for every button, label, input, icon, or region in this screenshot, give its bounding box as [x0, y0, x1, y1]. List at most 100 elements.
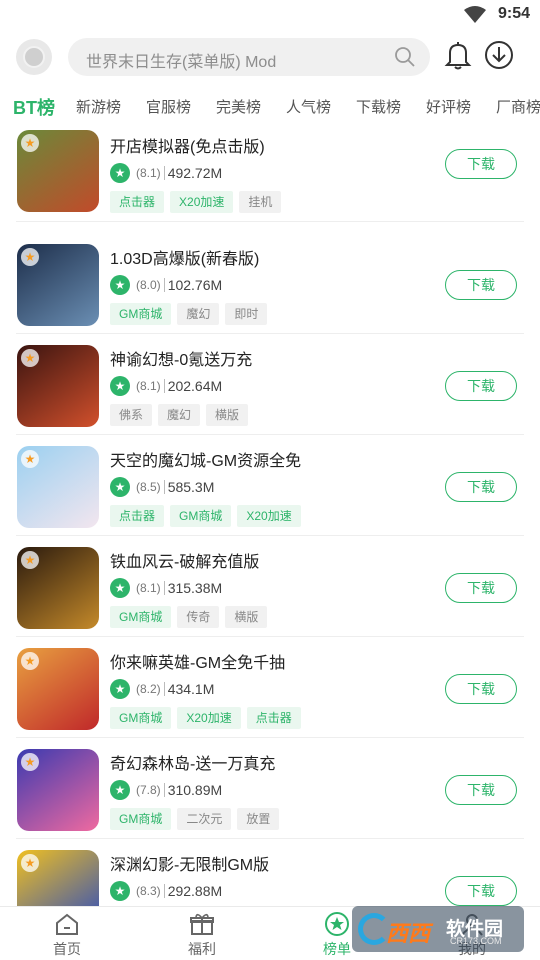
game-title[interactable]: 天空的魔幻城-GM资源全免 — [110, 447, 301, 471]
game-size: 102.76M — [167, 277, 223, 293]
game-meta: ★ (8.1) 492.72M — [110, 162, 222, 184]
game-thumbnail[interactable]: ★ — [17, 244, 99, 326]
game-tag[interactable]: X20加速 — [237, 505, 301, 527]
rating-star-icon: ★ — [110, 578, 130, 598]
game-tag[interactable]: 佛系 — [110, 404, 153, 426]
download-button[interactable]: 下载 — [445, 270, 517, 300]
nav-welfare[interactable]: 福利 — [167, 911, 237, 959]
game-thumbnail[interactable]: ★ — [17, 648, 99, 730]
game-tag[interactable]: 点击器 — [110, 191, 165, 213]
game-list-item[interactable]: ★ 1.03D高爆版(新春版) ★ (8.0) 102.76M GM商城 魔幻 即时 下载 — [0, 233, 540, 334]
app-logo-icon — [23, 46, 45, 68]
watermark-logo: 西西 软件园 CR173.COM — [352, 906, 524, 952]
game-tag[interactable]: X20加速 — [177, 707, 241, 729]
game-title[interactable]: 神谕幻想-0氪送万充 — [110, 346, 252, 370]
tab-official[interactable]: 官服榜 — [146, 96, 191, 117]
game-tag[interactable]: GM商城 — [110, 303, 172, 325]
game-meta: ★ (7.8) 310.89M — [110, 779, 222, 801]
game-tag[interactable]: X20加速 — [170, 191, 234, 213]
game-score: (8.1) — [136, 166, 161, 180]
game-list-item[interactable]: ★ 你来嘛英雄-GM全免千抽 ★ (8.2) 434.1M GM商城 X20加速 点击器 下载 — [0, 637, 540, 738]
game-tag[interactable]: 魔幻 — [158, 404, 201, 426]
rating-star-icon: ★ — [110, 275, 130, 295]
game-tag[interactable]: 挂机 — [239, 191, 282, 213]
game-tag[interactable]: GM商城 — [110, 606, 172, 628]
bell-icon[interactable] — [444, 40, 472, 75]
gift-icon — [167, 911, 237, 937]
game-thumbnail[interactable]: ★ — [17, 130, 99, 212]
game-thumbnail[interactable]: ★ — [17, 850, 99, 906]
nav-welfare-label: 福利 — [188, 941, 216, 957]
download-manager-icon[interactable] — [484, 40, 514, 75]
search-bar[interactable]: 世界末日生存(菜单版) Mod — [68, 38, 430, 76]
game-tag[interactable]: GM商城 — [110, 707, 172, 729]
rating-star-icon: ★ — [110, 477, 130, 497]
game-list-item[interactable]: ★ 神谕幻想-0氪送万充 ★ (8.1) 202.64M 佛系 魔幻 横版 下载 — [0, 334, 540, 435]
game-score: (8.1) — [136, 379, 161, 393]
tab-bt[interactable]: BT榜 — [13, 94, 55, 120]
game-size: 492.72M — [167, 165, 223, 181]
game-tag[interactable]: 魔幻 — [177, 303, 220, 325]
tab-popular[interactable]: 人气榜 — [286, 96, 331, 117]
game-title[interactable]: 开店模拟器(免点击版) — [110, 133, 265, 157]
game-score: (8.3) — [136, 884, 161, 898]
game-score: (8.0) — [136, 278, 161, 292]
meta-divider — [163, 379, 165, 393]
game-tag[interactable]: 传奇 — [177, 606, 220, 628]
game-meta: ★ (8.0) 102.76M — [110, 274, 222, 296]
watermark-brand: 西西 — [386, 921, 431, 946]
download-button[interactable]: 下载 — [445, 876, 517, 906]
app-logo-button[interactable] — [16, 39, 52, 75]
game-tag[interactable]: 即时 — [225, 303, 268, 325]
tab-perfect[interactable]: 完美榜 — [216, 96, 261, 117]
game-tag[interactable]: GM商城 — [170, 505, 232, 527]
game-list-item[interactable]: ★ 铁血风云-破解充值版 ★ (8.1) 315.38M GM商城 传奇 横版 下载 — [0, 536, 540, 637]
game-tag[interactable]: 二次元 — [177, 808, 232, 830]
game-list-item[interactable]: ★ 深渊幻影-无限制GM版 ★ (8.3) 292.88M 下载 — [0, 839, 540, 906]
game-list-item[interactable]: ★ 奇幻森林岛-送一万真充 ★ (7.8) 310.89M GM商城 二次元 放置 下载 — [0, 738, 540, 839]
game-tag[interactable]: 横版 — [206, 404, 249, 426]
game-thumbnail[interactable]: ★ — [17, 749, 99, 831]
download-button[interactable]: 下载 — [445, 149, 517, 179]
game-title[interactable]: 铁血风云-破解充值版 — [110, 548, 259, 572]
game-title[interactable]: 奇幻森林岛-送一万真充 — [110, 750, 275, 774]
game-tag[interactable]: 横版 — [225, 606, 268, 628]
thumbnail-star-badge-icon: ★ — [21, 248, 39, 266]
download-button[interactable]: 下载 — [445, 472, 517, 502]
search-icon[interactable] — [394, 46, 416, 73]
tab-downloads[interactable]: 下载榜 — [356, 96, 401, 117]
tab-vendor[interactable]: 厂商榜 — [496, 96, 540, 117]
download-button[interactable]: 下载 — [445, 775, 517, 805]
game-tag[interactable]: 点击器 — [110, 505, 165, 527]
game-thumbnail[interactable]: ★ — [17, 446, 99, 528]
wifi-icon — [464, 6, 486, 29]
game-meta: ★ (8.2) 434.1M — [110, 678, 214, 700]
thumbnail-star-badge-icon: ★ — [21, 134, 39, 152]
game-tag[interactable]: 放置 — [237, 808, 280, 830]
game-list-item[interactable]: ★ 天空的魔幻城-GM资源全免 ★ (8.5) 585.3M 点击器 GM商城 X20加速 下载 — [0, 435, 540, 536]
game-thumbnail[interactable]: ★ — [17, 345, 99, 427]
game-title[interactable]: 你来嘛英雄-GM全免千抽 — [110, 649, 285, 673]
game-tags: 佛系 魔幻 横版 — [110, 404, 254, 426]
game-title[interactable]: 1.03D高爆版(新春版) — [110, 245, 259, 269]
download-button[interactable]: 下载 — [445, 371, 517, 401]
game-tag[interactable]: 点击器 — [246, 707, 301, 729]
nav-home[interactable]: 首页 — [32, 911, 102, 959]
download-button[interactable]: 下载 — [445, 674, 517, 704]
game-thumbnail[interactable]: ★ — [17, 547, 99, 629]
game-meta: ★ (8.3) 292.88M — [110, 880, 222, 902]
meta-divider — [163, 884, 165, 898]
game-score: (8.2) — [136, 682, 161, 696]
tab-new[interactable]: 新游榜 — [76, 96, 121, 117]
rating-star-icon: ★ — [110, 376, 130, 396]
game-tag[interactable]: GM商城 — [110, 808, 172, 830]
game-size: 585.3M — [167, 479, 215, 495]
tab-rated[interactable]: 好评榜 — [426, 96, 471, 117]
thumbnail-star-badge-icon: ★ — [21, 753, 39, 771]
nav-home-label: 首页 — [53, 941, 81, 957]
game-title[interactable]: 深渊幻影-无限制GM版 — [110, 851, 269, 875]
meta-divider — [163, 278, 165, 292]
download-button[interactable]: 下载 — [445, 573, 517, 603]
game-list-item[interactable]: ★ 开店模拟器(免点击版) ★ (8.1) 492.72M 点击器 X20加速 挂机 下载 — [0, 130, 540, 222]
watermark-url: CR173.COM — [450, 936, 502, 946]
